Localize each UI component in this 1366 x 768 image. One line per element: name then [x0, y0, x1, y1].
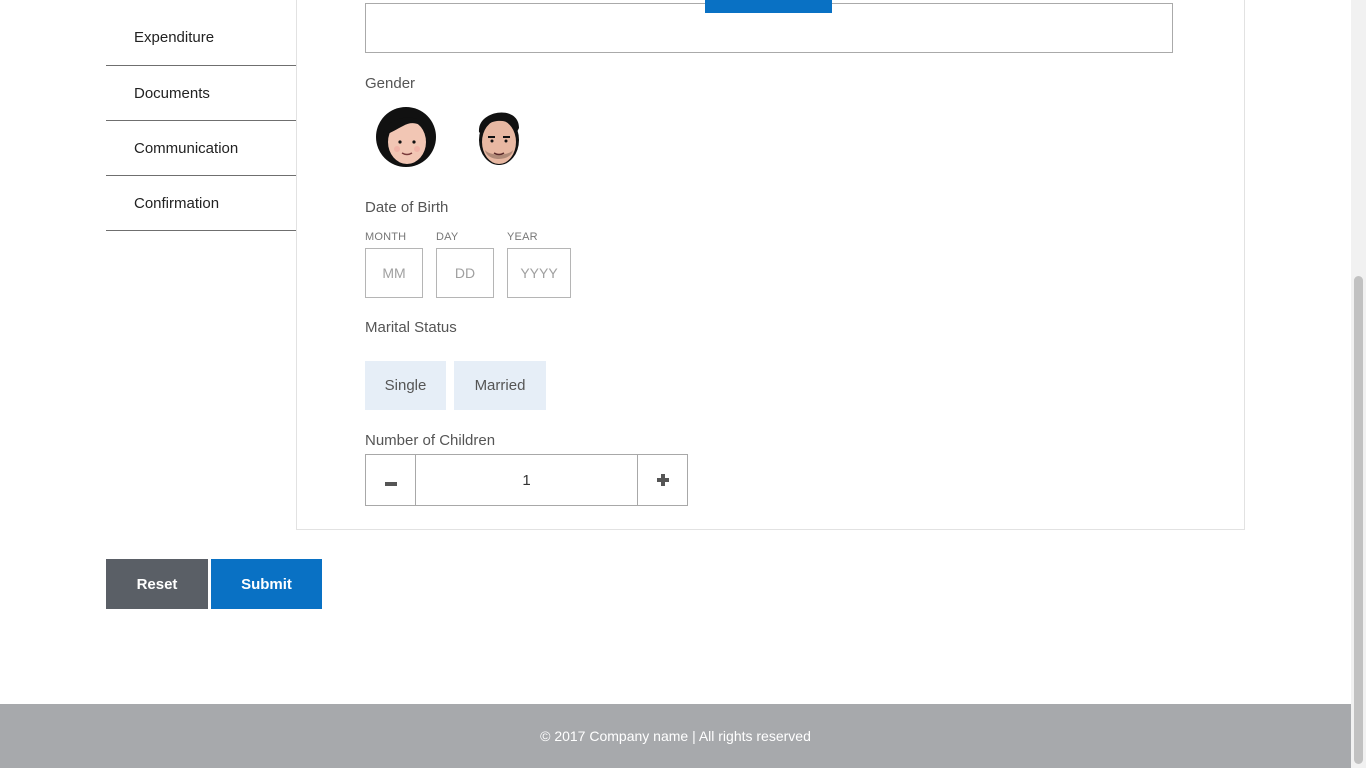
children-stepper [365, 454, 688, 506]
day-label: DAY [436, 231, 459, 243]
submit-button[interactable]: Submit [211, 559, 322, 609]
page-footer: © 2017 Company name | All rights reserve… [0, 704, 1351, 768]
children-count-input[interactable] [416, 455, 637, 505]
page-scrollbar[interactable] [1351, 0, 1366, 768]
copyright-text: © 2017 Company name | All rights reserve… [540, 728, 811, 744]
sidebar-item-label: Documents [134, 84, 210, 102]
children-label: Number of Children [365, 432, 496, 449]
married-option-button[interactable]: Married [454, 361, 546, 410]
year-input[interactable] [507, 248, 571, 298]
sidebar-item-documents[interactable]: Documents [106, 66, 296, 121]
sidebar-item-label: Confirmation [134, 194, 220, 212]
scrollbar-thumb[interactable] [1354, 276, 1363, 764]
female-avatar-icon[interactable] [373, 104, 439, 170]
dob-label: Date of Birth [365, 199, 449, 216]
sidebar-item-label: Expenditure [134, 29, 215, 46]
month-input[interactable] [365, 248, 423, 298]
plus-icon [656, 469, 669, 492]
marital-status-label: Marital Status [365, 319, 457, 336]
form-panel: Gender Date of Birth MONTH DAY YEAR MM D… [296, 0, 1245, 530]
day-input[interactable] [436, 248, 494, 298]
single-option-button[interactable]: Single [365, 361, 446, 410]
minus-button[interactable] [366, 455, 416, 505]
minus-icon [384, 469, 397, 492]
reset-button[interactable]: Reset [106, 559, 208, 609]
gender-label: Gender [365, 75, 416, 92]
sidebar-item-communication[interactable]: Communication [106, 121, 296, 176]
sidebar-item-expenditure[interactable]: Expenditure [106, 0, 296, 66]
male-avatar-icon[interactable] [465, 102, 531, 168]
sidebar-item-label: Communication [134, 139, 239, 157]
year-label: YEAR [507, 231, 538, 243]
plus-button[interactable] [637, 455, 687, 505]
sidebar-item-confirmation[interactable]: Confirmation [106, 176, 296, 231]
sidebar-nav: Expenditure Documents Communication Conf… [106, 0, 296, 231]
month-label: MONTH [365, 231, 407, 243]
active-tab-indicator [705, 0, 832, 13]
